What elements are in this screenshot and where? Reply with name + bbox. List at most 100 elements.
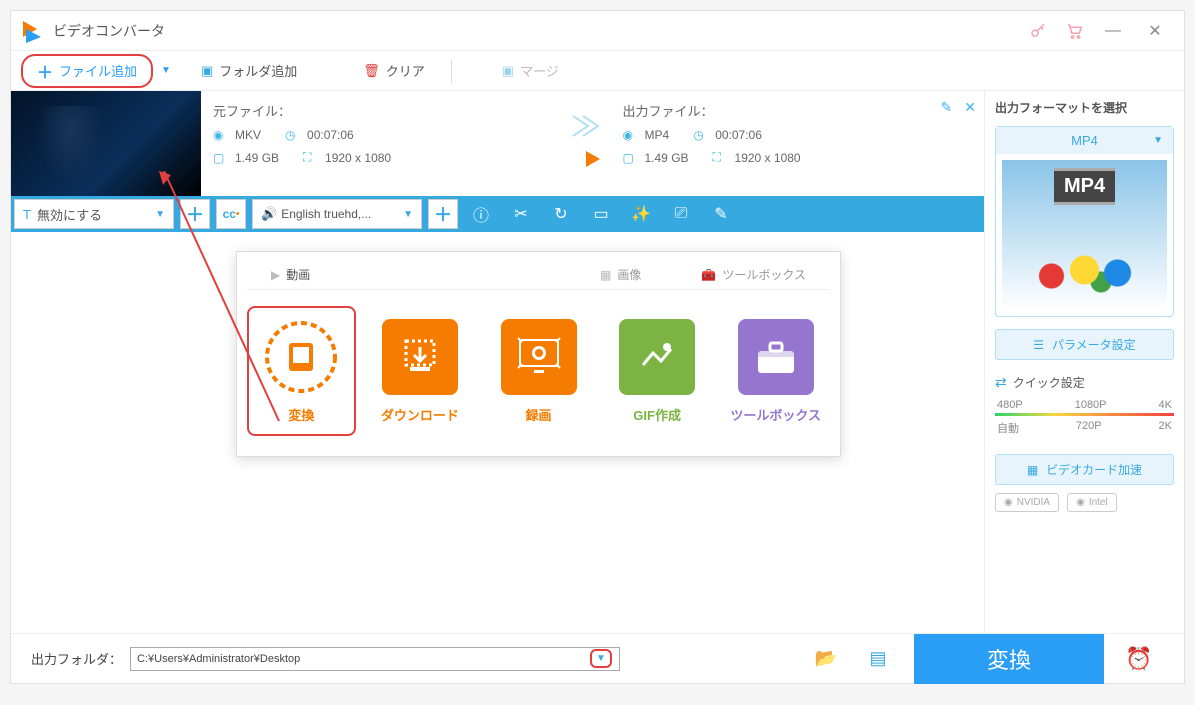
res-auto[interactable]: 自動 [997, 420, 1019, 436]
resolution-slider[interactable] [995, 413, 1174, 416]
source-size: 1.49 GB [235, 151, 279, 165]
clear-label: クリア [386, 61, 425, 80]
add-file-dropdown[interactable]: ▼ [161, 65, 171, 76]
source-duration: 00:07:06 [307, 128, 354, 142]
format-icon: ◉ [213, 128, 229, 142]
folder-icon: ▢ [213, 151, 229, 165]
card-download[interactable]: ダウンロード [366, 306, 475, 436]
trash-icon: 🗑 [363, 63, 380, 79]
output-folder-input[interactable] [130, 647, 620, 671]
sliders-icon: ☰ [1033, 338, 1044, 352]
clock-icon: ◷ [285, 128, 301, 142]
minimize-button[interactable]: — [1092, 13, 1134, 49]
video-thumbnail[interactable] [11, 91, 201, 196]
audio-select[interactable]: 🔊 English truehd,... ▼ [252, 199, 422, 229]
card-record[interactable]: 録画 [484, 306, 593, 436]
intel-icon: ◉ [1076, 497, 1085, 508]
info-tool[interactable]: ⓘ [461, 196, 501, 232]
format-select-value: MP4 [1071, 133, 1098, 148]
gpu-accel-button[interactable]: ▦ ビデオカード加速 [995, 454, 1174, 485]
merge-label: マージ [520, 61, 559, 80]
add-file-label: ファイル追加 [59, 61, 137, 80]
close-button[interactable]: ✕ [1134, 13, 1176, 49]
parameter-settings-button[interactable]: ☰ パラメータ設定 [995, 329, 1174, 360]
output-duration: 00:07:06 [715, 128, 762, 142]
card-convert[interactable]: 変換 [247, 306, 356, 436]
nvidia-label: NVIDIA [1017, 497, 1050, 508]
clock-icon: ◷ [693, 128, 709, 142]
output-resolution: 1920 x 1080 [735, 151, 801, 165]
rotate-tool[interactable]: ↻ [541, 196, 581, 232]
add-folder-button[interactable]: ▣ フォルダ追加 [191, 57, 307, 84]
add-subtitle-button[interactable]: ＋ [180, 199, 210, 229]
output-folder-dropdown[interactable]: ▼ [590, 649, 612, 668]
clear-button[interactable]: 🗑 クリア [353, 57, 435, 84]
card-gif[interactable]: GIF作成 [603, 306, 712, 436]
merge-icon: ▣ [502, 63, 514, 79]
source-resolution: 1920 x 1080 [325, 151, 391, 165]
card-convert-label: 変換 [288, 405, 314, 424]
format-preview: MP4 [1002, 160, 1167, 310]
quick-settings-icon: ⇄ [995, 374, 1007, 391]
res-2k[interactable]: 2K [1159, 420, 1172, 436]
quick-settings-label: クイック設定 [1013, 374, 1085, 391]
output-format: MP4 [645, 128, 670, 142]
intel-chip: ◉ Intel [1067, 493, 1117, 512]
tab-video-label: 動画 [286, 266, 310, 283]
schedule-button[interactable]: ⏰ [1114, 646, 1164, 672]
format-icon: ◉ [623, 128, 639, 142]
text-icon: T [23, 207, 31, 222]
card-toolbox[interactable]: ツールボックス [721, 306, 830, 436]
add-file-button[interactable]: ＋ ファイル追加 [21, 54, 153, 88]
res-720p[interactable]: 720P [1076, 420, 1102, 436]
res-1080p[interactable]: 1080P [1075, 399, 1107, 411]
nvidia-icon: ◉ [1004, 497, 1013, 508]
audio-value: English truehd,... [281, 207, 403, 221]
card-download-label: ダウンロード [381, 405, 459, 424]
cut-tool[interactable]: ✂ [501, 196, 541, 232]
image-tab-icon: ▦ [600, 268, 611, 282]
cart-icon[interactable] [1056, 13, 1092, 49]
folder-plus-icon: ▣ [201, 63, 213, 79]
toolbar-separator [451, 59, 452, 83]
open-folder-button[interactable]: 📂 [806, 648, 846, 669]
tab-toolbox[interactable]: 🧰ツールボックス [701, 266, 806, 289]
feature-panel: ▶動画 ▦ 画像 🧰ツールボックス 変換 ダウンロード [236, 251, 841, 457]
chevron-down-icon: ▼ [1153, 135, 1163, 146]
edit-tool[interactable]: ✎ [701, 196, 741, 232]
cc-button[interactable]: cc• [216, 199, 246, 229]
app-title: ビデオコンバータ [53, 21, 165, 41]
source-file-label: 元ファイル： [213, 101, 291, 120]
card-gif-label: GIF作成 [633, 405, 681, 424]
tab-toolbox-label: ツールボックス [722, 266, 806, 283]
crop-tool[interactable]: ▭ [581, 196, 621, 232]
tab-video[interactable]: ▶動画 [271, 266, 310, 289]
format-select[interactable]: MP4 ▼ [996, 127, 1173, 154]
output-file-label: 出力ファイル： [623, 101, 714, 120]
nvidia-chip: ◉ NVIDIA [995, 493, 1059, 512]
convert-button-label: 変換 [987, 643, 1031, 675]
card-toolbox-label: ツールボックス [730, 405, 821, 424]
add-folder-label: フォルダ追加 [219, 61, 297, 80]
subtitle-select[interactable]: T 無効にする ▼ [14, 199, 174, 229]
output-size: 1.49 GB [645, 151, 689, 165]
convert-button[interactable]: 変換 [914, 634, 1104, 684]
key-icon[interactable] [1020, 13, 1056, 49]
subtitle-value: 無効にする [37, 205, 155, 224]
conversion-arrow-icon [568, 101, 618, 171]
res-480p[interactable]: 480P [997, 399, 1023, 411]
remove-file-icon[interactable]: ✕ [964, 99, 976, 116]
intel-label: Intel [1089, 497, 1108, 508]
edit-filename-icon[interactable]: ✎ [941, 99, 953, 116]
list-view-button[interactable]: ▤ [858, 648, 898, 669]
app-logo-icon [19, 19, 43, 43]
tab-image[interactable]: ▦ 画像 [600, 266, 641, 289]
watermark-tool[interactable]: ⎚ [661, 196, 701, 232]
tab-image-label: 画像 [617, 266, 641, 283]
merge-button[interactable]: ▣ マージ [492, 57, 569, 84]
res-4k[interactable]: 4K [1159, 399, 1172, 411]
resolution-icon: ⛶ [713, 150, 729, 165]
effects-tool[interactable]: ✨ [621, 196, 661, 232]
resolution-icon: ⛶ [303, 150, 319, 165]
add-audio-button[interactable]: ＋ [428, 199, 458, 229]
